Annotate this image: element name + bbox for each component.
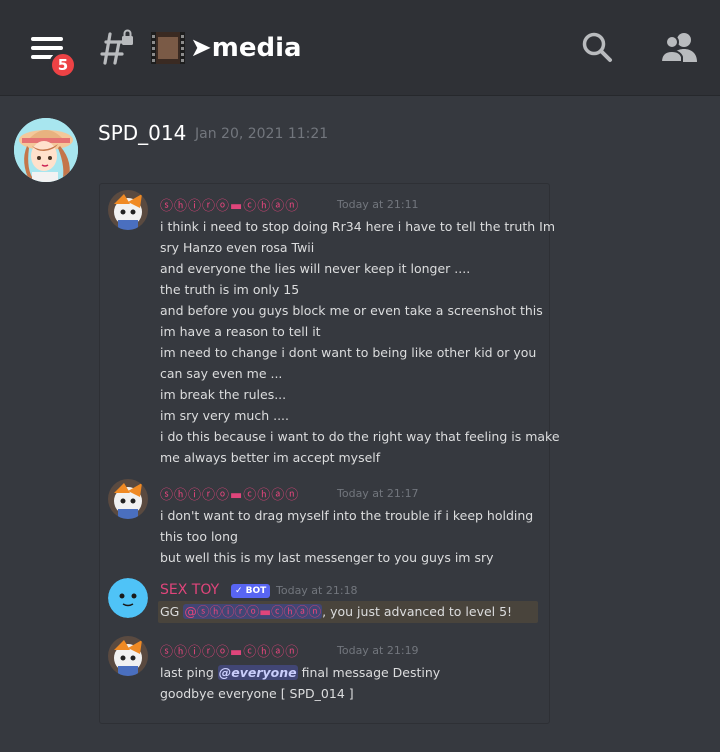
avatar (108, 636, 148, 676)
channel-name-text: ➤media (190, 33, 302, 63)
members-icon[interactable] (660, 30, 698, 64)
message-author: ⓢⓗⓘⓡⓞ▬ⓒⓗⓐⓝ (160, 199, 300, 214)
message-line: im break the rules... (160, 387, 287, 402)
embedded-screenshot-image[interactable]: ⓢⓗⓘⓡⓞ▬ⓒⓗⓐⓝ Today at 21:11 i think i need… (99, 183, 560, 724)
user-avatar-image (14, 118, 78, 182)
message-author: SEX TOY (160, 582, 220, 598)
message-line: but well this is my last messenger to yo… (160, 550, 494, 565)
message-text: GG (160, 604, 184, 619)
avatar (108, 578, 148, 618)
message-author: ⓢⓗⓘⓡⓞ▬ⓒⓗⓐⓝ (160, 645, 300, 660)
bot-avatar-image (108, 578, 148, 618)
ghost-avatar-image (108, 190, 148, 230)
notification-badge: 5 (49, 51, 77, 79)
message-line: sry Hanzo even rosa Twii (160, 240, 315, 255)
avatar (108, 190, 148, 230)
message-line: im sry very much .... (160, 408, 290, 423)
bot-badge: ✓ BOT (231, 584, 271, 598)
message-text: last ping (160, 665, 218, 680)
channel-title: ➤media (150, 26, 302, 70)
message-timestamp: Today at 21:17 (337, 487, 419, 500)
everyone-mention: @everyone (217, 665, 298, 680)
message-line: this too long (160, 529, 238, 544)
post-author-name[interactable]: SPD_014 (98, 121, 186, 145)
message-line: last ping @everyone final message Destin… (160, 662, 545, 683)
message-timestamp: Today at 21:11 (337, 198, 419, 211)
message-line: the truth is im only 15 (160, 282, 300, 297)
message-text: , you just advanced to level 5! (322, 604, 513, 619)
message-text: final message Destiny (297, 665, 441, 680)
channel-header: 5 ➤media (0, 0, 720, 96)
hamburger-line (31, 46, 63, 50)
message-line: GG @ⓢⓗⓘⓡⓞ▬ⓒⓗⓐⓝ, you just advanced to lev… (160, 601, 545, 622)
message-line: and everyone the lies will never keep it… (160, 261, 471, 276)
message-line: me always better im accept myself (160, 450, 381, 465)
message-body: GG @ⓢⓗⓘⓡⓞ▬ⓒⓗⓐⓝ, you just advanced to lev… (160, 601, 545, 622)
post-timestamp: Jan 20, 2021 11:21 (195, 126, 329, 142)
message-line: goodbye everyone [ SPD_014 ] (160, 686, 354, 701)
film-frame-icon (151, 32, 185, 64)
message-line: i don't want to drag myself into the tro… (160, 508, 534, 523)
message-line: and before you guys block me or even tak… (160, 303, 543, 318)
message-author: ⓢⓗⓘⓡⓞ▬ⓒⓗⓐⓝ (160, 488, 300, 503)
ghost-avatar-image (108, 636, 148, 676)
message-line: i do this because i want to do the right… (160, 429, 560, 444)
search-icon[interactable] (580, 30, 614, 64)
message-timestamp: Today at 21:18 (276, 584, 358, 597)
message-line: im need to change i dont want to being l… (160, 345, 537, 360)
message-line: can say even me ... (160, 366, 283, 381)
message-line: i think i need to stop doing Rr34 here i… (160, 219, 555, 234)
user-mention: @ⓢⓗⓘⓡⓞ▬ⓒⓗⓐⓝ (183, 604, 323, 619)
hamburger-menu-icon (31, 37, 63, 41)
message-line: im have a reason to tell it (160, 324, 321, 339)
message-body: i think i need to stop doing Rr34 here i… (160, 216, 560, 468)
message-timestamp: Today at 21:19 (337, 644, 419, 657)
message-body: i don't want to drag myself into the tro… (160, 505, 545, 568)
avatar[interactable] (14, 118, 78, 182)
locked-hash-icon (100, 29, 133, 65)
avatar (108, 479, 148, 519)
message-body: last ping @everyone final message Destin… (160, 662, 545, 704)
ghost-avatar-image (108, 479, 148, 519)
